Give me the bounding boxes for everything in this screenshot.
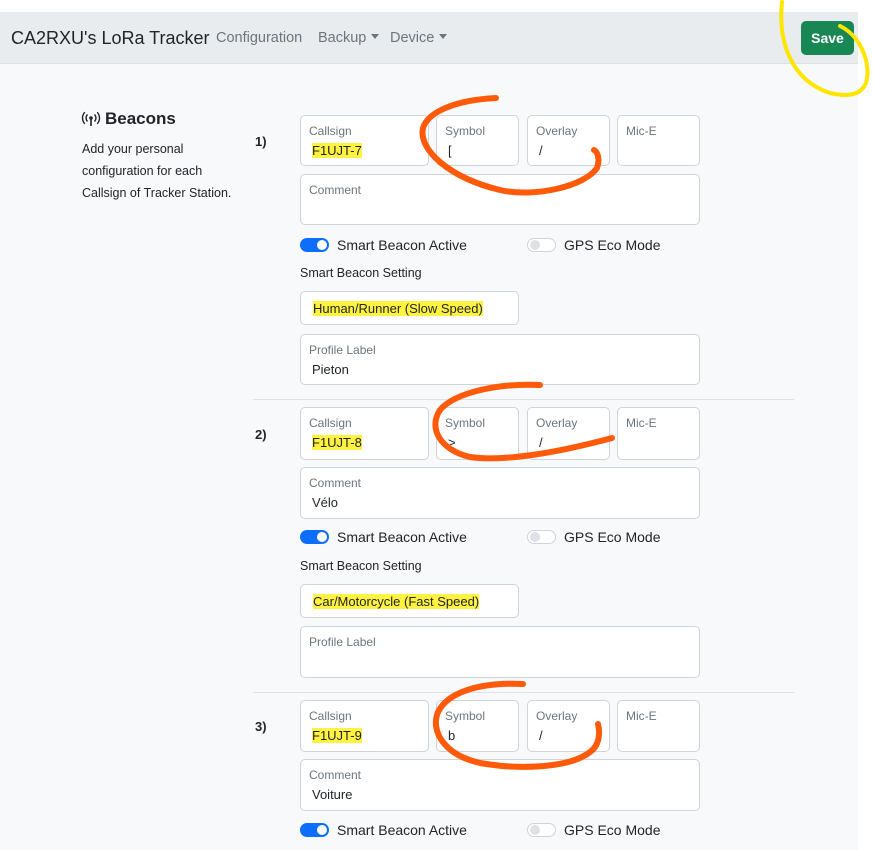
nav-device-label: Device bbox=[390, 30, 435, 46]
field-label: Symbol bbox=[445, 124, 486, 138]
overlay-field[interactable]: Overlay / bbox=[527, 115, 610, 166]
field-label: Profile Label bbox=[309, 635, 376, 649]
field-label: Comment bbox=[309, 476, 362, 490]
caret-down-icon bbox=[439, 34, 448, 39]
field-label: Mic-E bbox=[626, 709, 657, 723]
symbol-value: > bbox=[448, 435, 456, 450]
field-label: Callsign bbox=[309, 124, 352, 138]
beacon-number: 2) bbox=[255, 427, 267, 442]
comment-value: Vélo bbox=[312, 495, 339, 510]
caret-down-icon bbox=[371, 34, 380, 39]
gps-eco-toggle[interactable]: GPS Eco Mode bbox=[527, 529, 661, 545]
symbol-value: [ bbox=[448, 143, 452, 158]
overlay-value: / bbox=[539, 728, 543, 743]
smart-beacon-setting-select[interactable]: Car/Motorcycle (Fast Speed) bbox=[300, 584, 519, 618]
symbol-field[interactable]: Symbol > bbox=[436, 407, 519, 460]
broadcast-icon bbox=[81, 111, 101, 126]
gps-eco-toggle[interactable]: GPS Eco Mode bbox=[527, 237, 661, 253]
toggle-switch[interactable] bbox=[300, 530, 329, 544]
toggle-switch[interactable] bbox=[527, 530, 556, 544]
nav-configuration[interactable]: Configuration bbox=[216, 30, 302, 46]
field-label: Overlay bbox=[536, 416, 578, 430]
smart-beacon-toggle[interactable]: Smart Beacon Active bbox=[300, 529, 467, 545]
select-value: Car/Motorcycle (Fast Speed) bbox=[313, 593, 480, 609]
smart-beacon-toggle[interactable]: Smart Beacon Active bbox=[300, 822, 467, 838]
mic-e-field[interactable]: Mic-E bbox=[617, 700, 700, 752]
callsign-field[interactable]: Callsign F1UJT-7 bbox=[300, 115, 429, 166]
field-label: Callsign bbox=[309, 416, 352, 430]
smart-beacon-toggle[interactable]: Smart Beacon Active bbox=[300, 237, 467, 253]
field-label: Mic-E bbox=[626, 124, 657, 138]
nav-device[interactable]: Device bbox=[390, 30, 448, 46]
toggle-switch[interactable] bbox=[527, 823, 556, 837]
comment-field[interactable]: Comment Vélo bbox=[300, 467, 700, 519]
section-description: Add your personal configuration for each… bbox=[82, 142, 232, 200]
comment-field[interactable]: Comment Voiture bbox=[300, 759, 700, 811]
save-button[interactable]: Save bbox=[801, 21, 854, 55]
navbar: CA2RXU's LoRa Tracker Configuration Back… bbox=[0, 12, 858, 64]
nav-backup-label: Backup bbox=[318, 30, 367, 46]
symbol-field[interactable]: Symbol [ bbox=[436, 115, 519, 166]
section-title-text: Beacons bbox=[105, 109, 176, 128]
smart-beacon-setting-select[interactable]: Human/Runner (Slow Speed) bbox=[300, 291, 519, 325]
nav-configuration-label: Configuration bbox=[216, 30, 303, 46]
symbol-value: b bbox=[448, 728, 456, 743]
toggle-label: GPS Eco Mode bbox=[564, 822, 661, 838]
field-label: Symbol bbox=[445, 709, 486, 723]
gps-eco-toggle[interactable]: GPS Eco Mode bbox=[527, 822, 661, 838]
callsign-field[interactable]: Callsign F1UJT-9 bbox=[300, 700, 429, 752]
mic-e-field[interactable]: Mic-E bbox=[617, 115, 700, 166]
toggle-label: Smart Beacon Active bbox=[337, 237, 467, 253]
field-label: Comment bbox=[309, 183, 362, 197]
overlay-value: / bbox=[539, 143, 543, 158]
comment-field[interactable]: Comment bbox=[300, 174, 700, 225]
smart-beacon-setting-label: Smart Beacon Setting bbox=[300, 266, 422, 280]
beacon-number: 3) bbox=[255, 719, 267, 734]
profile-label-value: Pieton bbox=[312, 362, 349, 377]
callsign-field[interactable]: Callsign F1UJT-8 bbox=[300, 407, 429, 460]
field-label: Overlay bbox=[536, 709, 578, 723]
field-label: Profile Label bbox=[309, 343, 376, 357]
symbol-field[interactable]: Symbol b bbox=[436, 700, 519, 752]
field-label: Overlay bbox=[536, 124, 578, 138]
field-label: Symbol bbox=[445, 416, 486, 430]
callsign-value: F1UJT-8 bbox=[312, 435, 362, 450]
field-label: Comment bbox=[309, 768, 362, 782]
toggle-switch[interactable] bbox=[527, 238, 556, 252]
nav-backup[interactable]: Backup bbox=[318, 30, 380, 46]
beacon-number: 1) bbox=[255, 134, 267, 149]
overlay-field[interactable]: Overlay / bbox=[527, 407, 610, 460]
select-value: Human/Runner (Slow Speed) bbox=[313, 300, 483, 316]
mic-e-field[interactable]: Mic-E bbox=[617, 407, 700, 460]
profile-label-field[interactable]: Profile Label bbox=[300, 626, 700, 678]
toggle-label: GPS Eco Mode bbox=[564, 529, 661, 545]
toggle-switch[interactable] bbox=[300, 238, 329, 252]
callsign-value: F1UJT-7 bbox=[312, 143, 362, 158]
field-label: Mic-E bbox=[626, 416, 657, 430]
callsign-value: F1UJT-9 bbox=[312, 728, 362, 743]
toggle-label: GPS Eco Mode bbox=[564, 237, 661, 253]
toggle-label: Smart Beacon Active bbox=[337, 529, 467, 545]
smart-beacon-setting-label: Smart Beacon Setting bbox=[300, 559, 422, 573]
section-title: Beacons bbox=[81, 109, 176, 129]
overlay-field[interactable]: Overlay / bbox=[527, 700, 610, 752]
brand[interactable]: CA2RXU's LoRa Tracker bbox=[11, 28, 210, 49]
beacon-divider bbox=[253, 692, 794, 693]
toggle-switch[interactable] bbox=[300, 823, 329, 837]
beacon-divider bbox=[253, 399, 794, 400]
field-label: Callsign bbox=[309, 709, 352, 723]
comment-value: Voiture bbox=[312, 787, 353, 802]
toggle-label: Smart Beacon Active bbox=[337, 822, 467, 838]
overlay-value: / bbox=[539, 435, 543, 450]
profile-label-field[interactable]: Profile Label Pieton bbox=[300, 334, 700, 385]
